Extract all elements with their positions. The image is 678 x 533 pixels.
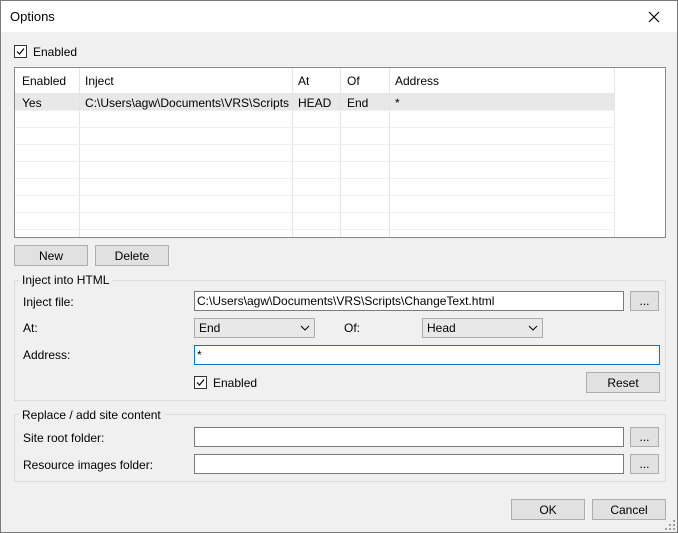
at-select[interactable]: End bbox=[194, 318, 315, 338]
resource-images-browse-button[interactable]: ... bbox=[630, 454, 659, 474]
window-title: Options bbox=[10, 9, 55, 24]
options-dialog: Options Enabled Enabled Inject At Of Add… bbox=[0, 0, 678, 533]
site-root-label: Site root folder: bbox=[23, 431, 105, 445]
ok-button[interactable]: OK bbox=[511, 499, 585, 520]
table-cell-enabled[interactable]: Yes bbox=[22, 96, 42, 110]
site-root-input[interactable] bbox=[194, 427, 624, 447]
column-header-enabled[interactable]: Enabled bbox=[22, 74, 66, 88]
site-content-title: Replace / add site content bbox=[19, 408, 164, 422]
resize-grip-icon[interactable] bbox=[665, 520, 675, 530]
enabled-label: Enabled bbox=[33, 45, 78, 59]
of-select[interactable]: Head bbox=[422, 318, 543, 338]
checkmark-icon bbox=[196, 379, 205, 386]
at-select-value: End bbox=[199, 321, 221, 335]
title-bar: Options bbox=[1, 1, 677, 32]
cancel-button[interactable]: Cancel bbox=[592, 499, 666, 520]
column-header-at[interactable]: At bbox=[298, 74, 309, 88]
checkmark-icon bbox=[16, 48, 25, 55]
resource-images-input[interactable] bbox=[194, 454, 624, 474]
close-button[interactable] bbox=[631, 1, 677, 32]
column-header-of[interactable]: Of bbox=[347, 74, 360, 88]
inject-enabled-checkbox[interactable] bbox=[194, 376, 207, 389]
chevron-down-icon bbox=[528, 325, 538, 331]
inject-enabled-label: Enabled bbox=[213, 376, 258, 390]
site-root-browse-button[interactable]: ... bbox=[630, 427, 659, 447]
of-select-value: Head bbox=[427, 321, 456, 335]
at-label: At: bbox=[23, 321, 38, 335]
inject-rules-grid[interactable]: Enabled Inject At Of Address Yes C:\User… bbox=[14, 67, 666, 238]
chevron-down-icon bbox=[300, 325, 310, 331]
column-header-address[interactable]: Address bbox=[395, 74, 439, 88]
column-header-inject[interactable]: Inject bbox=[85, 74, 114, 88]
resource-images-label: Resource images folder: bbox=[23, 458, 154, 472]
of-label: Of: bbox=[344, 321, 361, 335]
reset-button[interactable]: Reset bbox=[586, 372, 660, 393]
new-button[interactable]: New bbox=[14, 245, 88, 266]
table-cell-inject[interactable]: C:\Users\agw\Documents\VRS\Scripts... bbox=[85, 96, 290, 110]
enabled-checkbox[interactable] bbox=[14, 45, 27, 58]
address-label: Address: bbox=[23, 348, 71, 362]
delete-button[interactable]: Delete bbox=[95, 245, 169, 266]
close-icon bbox=[648, 11, 660, 22]
table-cell-at[interactable]: HEAD bbox=[298, 96, 331, 110]
table-cell-address[interactable]: * bbox=[395, 96, 400, 110]
table-cell-of[interactable]: End bbox=[347, 96, 368, 110]
inject-file-browse-button[interactable]: ... bbox=[630, 291, 659, 311]
inject-file-label: Inject file: bbox=[23, 295, 74, 309]
address-input[interactable]: * bbox=[194, 345, 660, 365]
inject-into-html-title: Inject into HTML bbox=[19, 273, 113, 287]
inject-file-input[interactable]: C:\Users\agw\Documents\VRS\Scripts\Chang… bbox=[194, 291, 624, 311]
